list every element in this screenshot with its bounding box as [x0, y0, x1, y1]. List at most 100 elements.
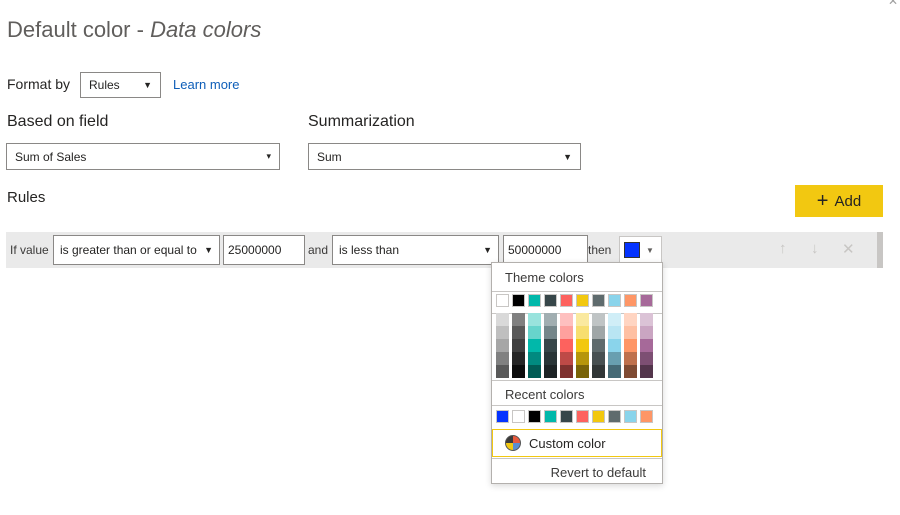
- based-on-field-select[interactable]: Sum of Sales ▾: [6, 143, 280, 170]
- recent-swatches: [496, 410, 653, 423]
- color-swatch[interactable]: [608, 352, 621, 365]
- color-swatch[interactable]: [640, 326, 653, 339]
- color-swatch[interactable]: [640, 352, 653, 365]
- color-swatch[interactable]: [512, 365, 525, 378]
- color-picker-button[interactable]: ▼: [619, 236, 662, 264]
- color-swatch[interactable]: [608, 339, 621, 352]
- color-swatch[interactable]: [576, 294, 589, 307]
- color-swatch[interactable]: [512, 313, 525, 326]
- color-swatch[interactable]: [640, 339, 653, 352]
- and-label: and: [308, 243, 329, 257]
- chevron-down-icon: ▼: [646, 245, 654, 255]
- color-swatch[interactable]: [624, 352, 637, 365]
- value1-input[interactable]: 25000000: [223, 235, 305, 265]
- chevron-down-icon: ▾: [266, 151, 271, 161]
- recent-color-swatch[interactable]: [640, 410, 653, 423]
- recent-colors-label: Recent colors: [505, 387, 585, 402]
- color-swatch[interactable]: [608, 365, 621, 378]
- color-swatch[interactable]: [576, 326, 589, 339]
- color-swatch[interactable]: [560, 365, 573, 378]
- recent-color-swatch[interactable]: [496, 410, 509, 423]
- color-swatch[interactable]: [608, 294, 621, 307]
- value2-input[interactable]: 50000000: [503, 235, 588, 265]
- shade-column: [608, 313, 621, 378]
- recent-color-swatch[interactable]: [528, 410, 541, 423]
- color-swatch[interactable]: [592, 313, 605, 326]
- palette-icon: [505, 435, 521, 451]
- color-swatch[interactable]: [496, 352, 509, 365]
- color-swatch[interactable]: [608, 326, 621, 339]
- color-swatch[interactable]: [608, 313, 621, 326]
- color-swatch[interactable]: [560, 326, 573, 339]
- operator1-select[interactable]: is greater than or equal to ▼: [53, 235, 220, 265]
- shade-column: [544, 313, 557, 378]
- color-swatch[interactable]: [544, 352, 557, 365]
- color-swatch[interactable]: [560, 313, 573, 326]
- recent-color-swatch[interactable]: [544, 410, 557, 423]
- color-swatch[interactable]: [624, 313, 637, 326]
- revert-to-default-button[interactable]: Revert to default: [551, 465, 646, 480]
- operator2-select[interactable]: is less than ▼: [332, 235, 499, 265]
- color-swatch[interactable]: [640, 294, 653, 307]
- color-swatch[interactable]: [560, 294, 573, 307]
- color-swatch[interactable]: [560, 352, 573, 365]
- color-swatch[interactable]: [512, 294, 525, 307]
- value1-text: 25000000: [228, 243, 282, 257]
- color-swatch[interactable]: [496, 326, 509, 339]
- color-swatch[interactable]: [496, 365, 509, 378]
- delete-rule-icon[interactable]: ✕: [842, 240, 855, 258]
- color-swatch[interactable]: [528, 313, 541, 326]
- color-swatch[interactable]: [544, 294, 557, 307]
- recent-color-swatch[interactable]: [560, 410, 573, 423]
- color-swatch[interactable]: [640, 313, 653, 326]
- color-swatch[interactable]: [528, 365, 541, 378]
- recent-color-swatch[interactable]: [576, 410, 589, 423]
- color-swatch[interactable]: [528, 326, 541, 339]
- recent-color-swatch[interactable]: [592, 410, 605, 423]
- color-swatch[interactable]: [512, 352, 525, 365]
- color-swatch[interactable]: [624, 326, 637, 339]
- color-swatch[interactable]: [528, 339, 541, 352]
- color-swatch[interactable]: [576, 352, 589, 365]
- shade-column: [528, 313, 541, 378]
- close-icon[interactable]: ✕: [888, 0, 898, 8]
- format-by-select[interactable]: Rules ▼: [80, 72, 161, 98]
- color-swatch[interactable]: [592, 326, 605, 339]
- recent-color-swatch[interactable]: [608, 410, 621, 423]
- color-swatch[interactable]: [528, 352, 541, 365]
- color-swatch[interactable]: [544, 313, 557, 326]
- color-swatch[interactable]: [496, 294, 509, 307]
- operator2-value: is less than: [339, 243, 400, 257]
- add-rule-label: Add: [834, 192, 862, 210]
- scrollbar[interactable]: [877, 232, 883, 268]
- recent-color-swatch[interactable]: [512, 410, 525, 423]
- color-swatch[interactable]: [544, 326, 557, 339]
- color-swatch[interactable]: [544, 365, 557, 378]
- color-swatch[interactable]: [560, 339, 573, 352]
- color-swatch[interactable]: [512, 339, 525, 352]
- color-swatch[interactable]: [624, 294, 637, 307]
- color-swatch[interactable]: [624, 339, 637, 352]
- color-swatch[interactable]: [496, 339, 509, 352]
- color-swatch[interactable]: [576, 365, 589, 378]
- color-swatch[interactable]: [624, 365, 637, 378]
- custom-color-button[interactable]: Custom color: [492, 429, 662, 457]
- color-swatch[interactable]: [576, 313, 589, 326]
- color-swatch[interactable]: [544, 339, 557, 352]
- color-swatch[interactable]: [512, 326, 525, 339]
- color-swatch[interactable]: [640, 365, 653, 378]
- color-swatch[interactable]: [576, 339, 589, 352]
- move-up-icon[interactable]: ↑: [779, 240, 787, 257]
- summarization-value: Sum: [317, 149, 342, 164]
- color-swatch[interactable]: [592, 365, 605, 378]
- color-swatch[interactable]: [592, 339, 605, 352]
- learn-more-link[interactable]: Learn more: [173, 77, 239, 92]
- color-swatch[interactable]: [592, 294, 605, 307]
- add-rule-button[interactable]: + Add: [795, 185, 883, 217]
- color-swatch[interactable]: [496, 313, 509, 326]
- color-swatch[interactable]: [592, 352, 605, 365]
- recent-color-swatch[interactable]: [624, 410, 637, 423]
- color-swatch[interactable]: [528, 294, 541, 307]
- summarization-select[interactable]: Sum ▼: [308, 143, 581, 170]
- move-down-icon[interactable]: ↓: [811, 240, 819, 257]
